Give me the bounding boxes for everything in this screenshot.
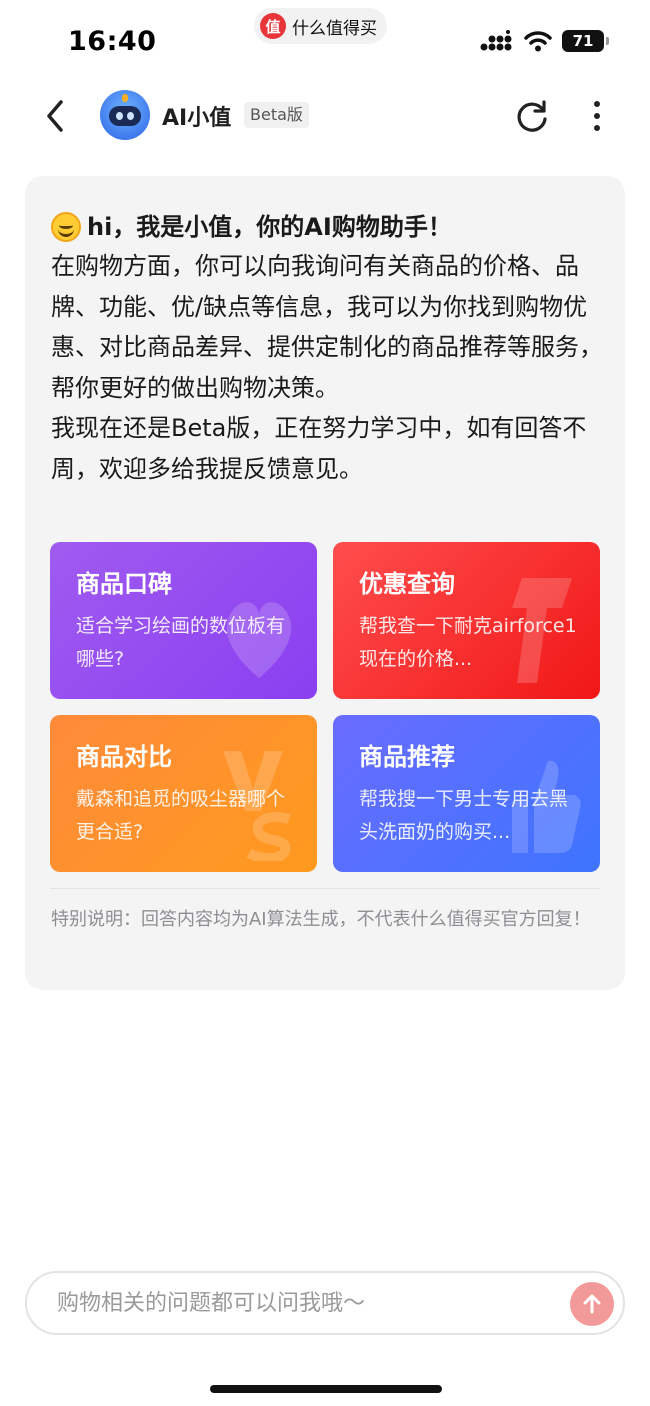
robot-eye-icon bbox=[116, 112, 123, 120]
robot-eye-icon bbox=[127, 112, 134, 120]
battery-level: 71 bbox=[572, 32, 594, 50]
send-button[interactable] bbox=[570, 1282, 614, 1326]
assistant-avatar bbox=[100, 90, 150, 140]
arrow-up-icon bbox=[583, 1294, 601, 1314]
card-title: 商品推荐 bbox=[359, 743, 455, 771]
card-title: 优惠查询 bbox=[359, 570, 455, 598]
card-desc: 适合学习绘画的数位板有哪些? bbox=[76, 615, 286, 670]
suggestion-card-reviews[interactable]: 商品口碑 适合学习绘画的数位板有哪些? bbox=[50, 542, 317, 699]
back-button[interactable] bbox=[38, 96, 72, 136]
nav-bar: AI小值 Beta版 bbox=[0, 84, 650, 150]
smile-emoji-icon bbox=[51, 212, 81, 242]
assistant-message-card: hi，我是小值，你的AI购物助手！ 在购物方面，你可以向我询问有关商品的价格、品… bbox=[25, 176, 625, 990]
dot-icon bbox=[594, 101, 600, 107]
status-time: 16:40 bbox=[68, 26, 157, 57]
signal-icon bbox=[480, 30, 512, 51]
suggestion-card-recommend[interactable]: 商品推荐 帮我搜一下男士专用去黑头洗面奶的购买... bbox=[333, 715, 600, 872]
dot-icon bbox=[594, 113, 600, 119]
refresh-icon bbox=[517, 100, 547, 132]
app-source-name: 什么值得买 bbox=[292, 18, 377, 39]
chat-input-bar bbox=[25, 1271, 625, 1335]
app-logo-icon: 值 bbox=[260, 13, 286, 39]
divider bbox=[50, 888, 600, 889]
card-desc: 帮我查一下耐克airforce1现在的价格... bbox=[359, 615, 577, 670]
robot-face-icon bbox=[109, 106, 141, 126]
card-desc: 帮我搜一下男士专用去黑头洗面奶的购买... bbox=[359, 788, 569, 843]
assistant-name: AI小值 bbox=[162, 106, 232, 131]
app-source-pill[interactable]: 值 什么值得买 bbox=[254, 8, 387, 44]
suggestion-card-deals[interactable]: 优惠查询 帮我查一下耐克airforce1现在的价格... bbox=[333, 542, 600, 699]
battery-icon: 71 bbox=[562, 30, 609, 52]
chat-input[interactable] bbox=[57, 1279, 557, 1327]
status-bar: 16:40 值 什么值得买 71 bbox=[0, 0, 650, 80]
card-desc: 戴森和追觅的吸尘器哪个更合适? bbox=[76, 788, 286, 843]
greeting-line: hi，我是小值，你的AI购物助手！ bbox=[51, 208, 611, 246]
intro-paragraph: 在购物方面，你可以向我询问有关商品的价格、品牌、功能、优/缺点等信息，我可以为你… bbox=[51, 252, 603, 402]
robot-antenna-icon bbox=[122, 94, 128, 102]
home-indicator[interactable] bbox=[210, 1385, 442, 1393]
beta-badge: Beta版 bbox=[244, 102, 309, 128]
refresh-button[interactable] bbox=[512, 96, 552, 136]
intro-text: 在购物方面，你可以向我询问有关商品的价格、品牌、功能、优/缺点等信息，我可以为你… bbox=[51, 246, 607, 489]
card-title: 商品口碑 bbox=[76, 570, 172, 598]
status-icons: 71 bbox=[480, 30, 609, 52]
more-options-button[interactable] bbox=[582, 96, 612, 136]
disclaimer-text: 特别说明：回答内容均为AI算法生成，不代表什么值得买官方回复！ bbox=[51, 909, 591, 930]
suggestion-cards: 商品口碑 适合学习绘画的数位板有哪些? 优惠查询 帮我查一下耐克airforce… bbox=[50, 542, 600, 872]
suggestion-card-compare[interactable]: 商品对比 戴森和追觅的吸尘器哪个更合适? bbox=[50, 715, 317, 872]
chevron-left-icon bbox=[47, 100, 63, 132]
card-title: 商品对比 bbox=[76, 743, 172, 771]
greeting-text: hi，我是小值，你的AI购物助手！ bbox=[87, 213, 452, 241]
wifi-icon bbox=[524, 31, 552, 52]
dot-icon bbox=[594, 125, 600, 131]
intro-paragraph: 我现在还是Beta版，正在努力学习中，如有回答不周，欢迎多给我提反馈意见。 bbox=[51, 414, 587, 483]
